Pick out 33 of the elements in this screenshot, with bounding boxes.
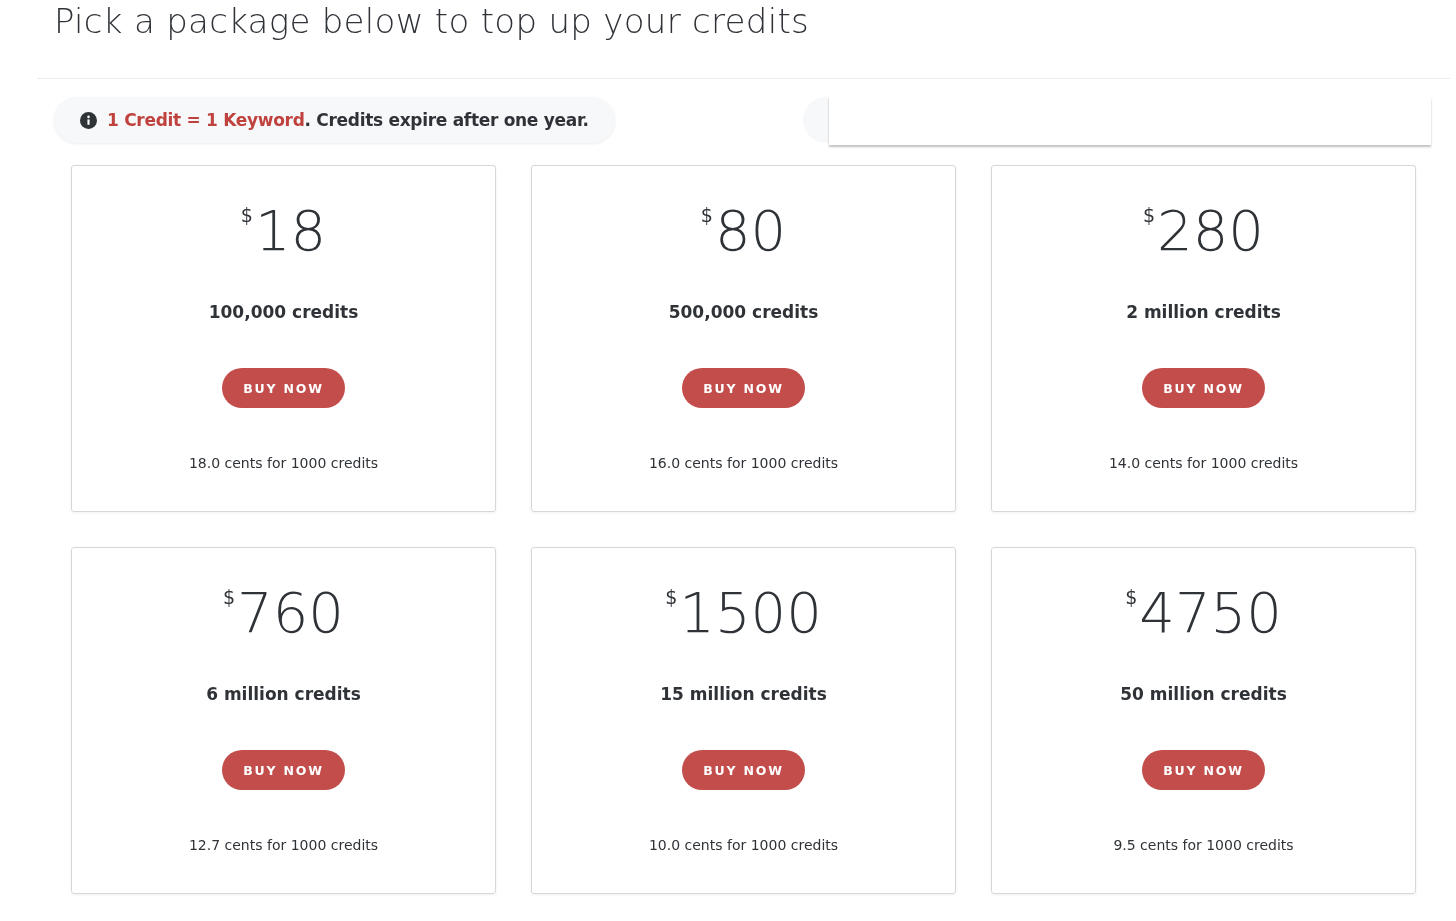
price: 4750 xyxy=(1139,579,1282,647)
rate-text: 16.0 cents for 1000 credits xyxy=(648,455,839,471)
credits-amount: 2 million credits xyxy=(1126,302,1281,322)
credits-amount: 15 million credits xyxy=(660,684,827,704)
info-icon xyxy=(80,111,97,129)
buy-now-button[interactable]: BUY NOW xyxy=(1142,750,1265,790)
price: 80 xyxy=(714,197,787,265)
buy-now-button[interactable]: BUY NOW xyxy=(222,750,345,790)
currency-symbol: $ xyxy=(240,204,253,226)
rate-text: 18.0 cents for 1000 credits xyxy=(188,455,379,471)
price: 280 xyxy=(1157,197,1264,265)
currency-symbol: $ xyxy=(1143,204,1156,226)
price: 760 xyxy=(237,579,344,647)
rate-text: 14.0 cents for 1000 credits xyxy=(1108,455,1299,471)
info-text: 1 Credit = 1 Keyword. Credits expire after one year. xyxy=(107,110,589,130)
credits-amount: 500,000 credits xyxy=(668,302,819,322)
page-title: Pick a package below to top up your credits xyxy=(53,0,811,40)
credits-amount: 6 million credits xyxy=(206,684,361,704)
buy-now-button[interactable]: BUY NOW xyxy=(682,750,805,790)
credits-amount: 100,000 credits xyxy=(208,302,359,322)
currency-symbol: $ xyxy=(665,586,678,608)
buy-now-button[interactable]: BUY NOW xyxy=(1142,368,1265,408)
buy-now-button[interactable]: BUY NOW xyxy=(222,368,345,408)
rate-text: 12.7 cents for 1000 credits xyxy=(188,837,379,853)
currency-symbol: $ xyxy=(1125,586,1138,608)
price: 1500 xyxy=(679,579,822,647)
price: 18 xyxy=(254,197,327,265)
currency-symbol: $ xyxy=(223,586,236,608)
currency-symbol: $ xyxy=(700,204,713,226)
rate-text: 9.5 cents for 1000 credits xyxy=(1113,837,1294,853)
credits-amount: 50 million credits xyxy=(1120,684,1287,704)
buy-now-button[interactable]: BUY NOW xyxy=(682,368,805,408)
rate-text: 10.0 cents for 1000 credits xyxy=(648,837,839,853)
